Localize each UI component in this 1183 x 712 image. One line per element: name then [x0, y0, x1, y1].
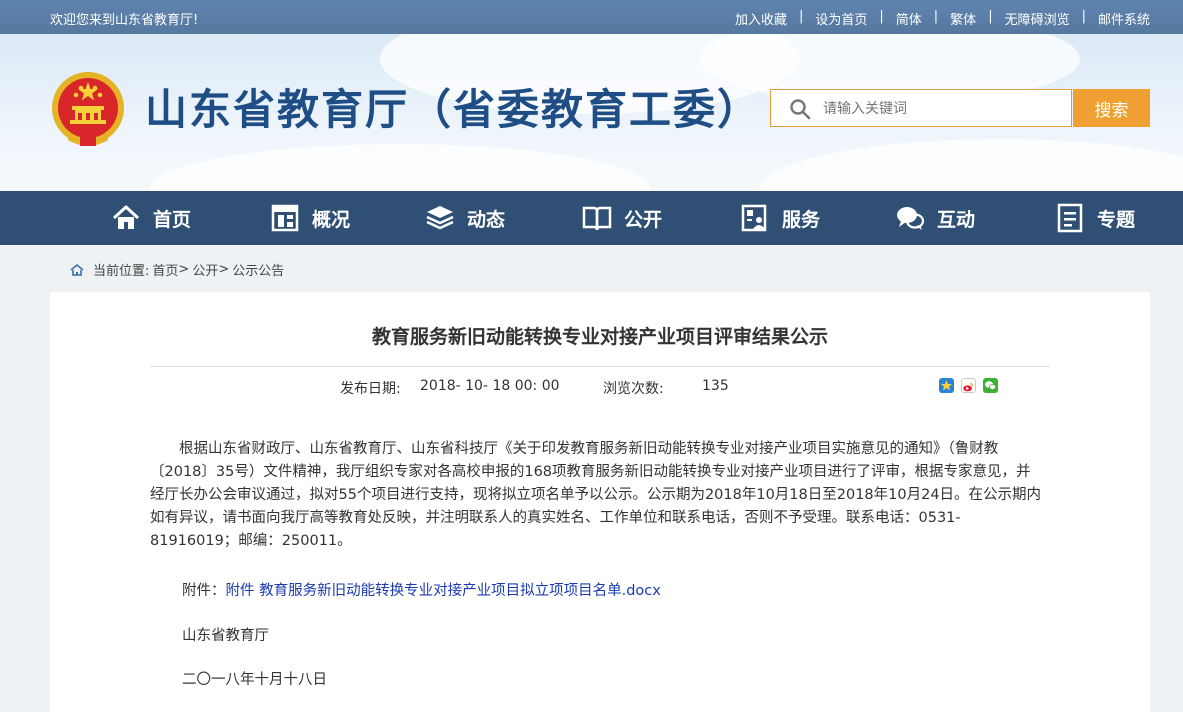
nav-item-topics[interactable]: 专题 [1055, 191, 1135, 245]
publish-date: 2018- 10- 18 00: 00 [420, 378, 560, 394]
document-icon [1057, 203, 1083, 233]
home-icon [70, 263, 84, 276]
breadcrumb-prefix: 当前位置: [93, 264, 150, 279]
chat-icon [897, 207, 925, 230]
search-button[interactable]: 搜索 [1073, 89, 1150, 127]
layers-icon [426, 206, 454, 230]
views-count: 135 [702, 378, 729, 394]
link-separator: | [933, 9, 939, 24]
article-title: 教育服务新旧动能转换专业对接产业项目评审结果公示 [371, 326, 828, 348]
attachment-label: 附件： [182, 583, 226, 599]
publish-label: 发布日期: [340, 381, 401, 397]
views-label: 浏览次数: [603, 381, 664, 397]
attachment-link[interactable]: 附件 教育服务新旧动能转换专业对接产业项目拟立项项目名单.docx [226, 583, 661, 599]
site-title: 山东省教育厅（省委教育工委） [145, 85, 762, 134]
simplified-link[interactable]: 简体 [896, 9, 922, 28]
article-panel: 教育服务新旧动能转换专业对接产业项目评审结果公示 发布日期: 2018- 10-… [50, 292, 1150, 712]
nav-label: 概况 [312, 208, 351, 231]
nav-item-home[interactable]: 首页 [111, 191, 191, 245]
link-separator: | [798, 9, 804, 24]
main-nav: 首页 概况 动态 公开 服务 互动 专题 [0, 191, 1183, 245]
service-icon [741, 204, 767, 232]
article-date: 二〇一八年十月十八日 [182, 672, 327, 688]
wechat-share-icon[interactable] [983, 378, 998, 393]
title-divider [150, 366, 1050, 367]
site-header: 山东省教育厅（省委教育工委） 搜索 [0, 34, 1183, 191]
nav-label: 首页 [153, 208, 192, 231]
search-input[interactable] [821, 96, 1065, 122]
breadcrumb-separator: > [218, 262, 230, 277]
nav-label: 服务 [782, 208, 821, 231]
nav-item-news[interactable]: 动态 [425, 191, 505, 245]
nav-item-service[interactable]: 服务 [740, 191, 820, 245]
article-body: 根据山东省财政厅、山东省教育厅、山东省科技厅《关于印发教育服务新旧动能转换专业对… [150, 441, 1042, 549]
accessibility-link[interactable]: 无障碍浏览 [1005, 9, 1070, 28]
breadcrumb: 当前位置: 首页 > 公开 > 公示公告 [70, 260, 284, 279]
national-emblem-icon [52, 72, 124, 146]
top-bar: 欢迎您来到山东省教育厅! 加入收藏 | 设为首页 | 简体 | 繁体 | 无障碍… [0, 0, 1183, 34]
breadcrumb-home-link[interactable]: 首页 [152, 260, 178, 279]
building-icon [271, 204, 299, 232]
attachment-line: 附件：附件 教育服务新旧动能转换专业对接产业项目拟立项项目名单.docx [182, 579, 661, 600]
link-separator: | [879, 9, 884, 24]
top-links: 加入收藏 | 设为首页 | 简体 | 繁体 | 无障碍浏览 | 邮件系统 [735, 9, 1150, 28]
add-favorite-link[interactable]: 加入收藏 [735, 9, 787, 28]
traditional-link[interactable]: 繁体 [950, 9, 976, 28]
article-signature: 山东省教育厅 [182, 628, 269, 644]
nav-label: 专题 [1097, 208, 1136, 231]
welcome-text: 欢迎您来到山东省教育厅! [50, 13, 199, 28]
set-homepage-link[interactable]: 设为首页 [815, 9, 867, 28]
search-icon [790, 99, 811, 120]
mail-system-link[interactable]: 邮件系统 [1098, 9, 1150, 28]
nav-item-interact[interactable]: 互动 [895, 191, 975, 245]
breadcrumb-separator: > [178, 262, 190, 277]
breadcrumb-announcement-link[interactable]: 公示公告 [232, 260, 284, 279]
weibo-share-icon[interactable] [961, 378, 976, 393]
search-box [770, 89, 1072, 127]
nav-label: 动态 [467, 208, 506, 231]
link-separator: | [1081, 9, 1086, 24]
qzone-share-icon[interactable] [939, 378, 954, 393]
nav-label: 互动 [937, 208, 976, 231]
nav-label: 公开 [624, 208, 663, 231]
book-icon [582, 206, 612, 231]
nav-item-overview[interactable]: 概况 [270, 191, 350, 245]
nav-item-public[interactable]: 公开 [582, 191, 662, 245]
link-separator: | [988, 9, 993, 24]
breadcrumb-public-link[interactable]: 公开 [192, 260, 218, 279]
home-icon [112, 205, 140, 229]
